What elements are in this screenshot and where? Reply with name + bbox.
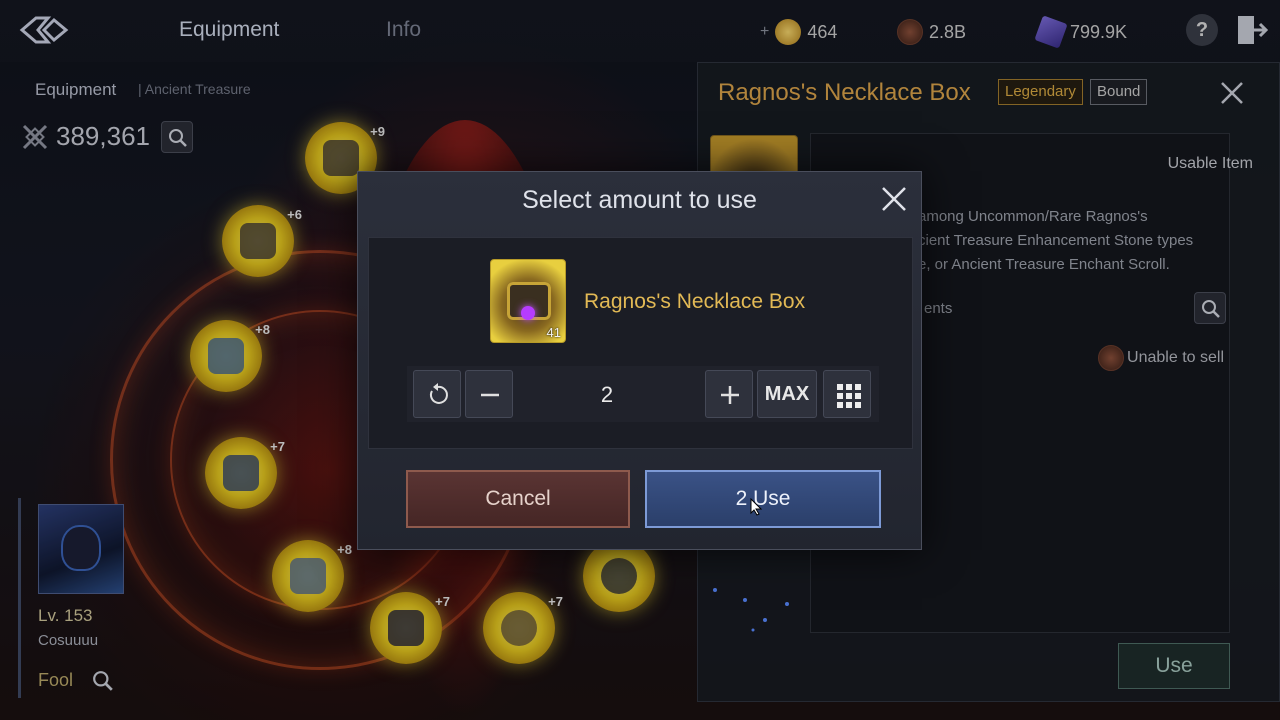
dialog-item-name: Ragnos's Necklace Box [584, 290, 806, 313]
keypad-button[interactable] [823, 370, 871, 418]
cancel-button[interactable]: Cancel [406, 470, 630, 528]
dialog-body: 41 Ragnos's Necklace Box 2 MAX [368, 237, 913, 449]
quantity-value[interactable]: 2 [557, 382, 657, 408]
decrement-button[interactable] [465, 370, 513, 418]
plus-icon [721, 386, 739, 404]
keypad-icon [837, 384, 861, 408]
reset-icon [429, 383, 448, 404]
max-button[interactable]: MAX [757, 370, 817, 418]
dialog-title: Select amount to use [522, 186, 757, 214]
treasure-chest-icon: 41 [490, 259, 566, 343]
select-amount-dialog: Select amount to use 41 Ragnos's Necklac… [357, 171, 922, 550]
close-icon[interactable] [878, 183, 910, 215]
use-button[interactable]: 2 Use [645, 470, 881, 528]
item-count: 41 [546, 325, 561, 340]
increment-button[interactable] [705, 370, 753, 418]
mouse-cursor-icon [750, 498, 762, 516]
reset-button[interactable] [413, 370, 461, 418]
quantity-stepper: 2 MAX [407, 366, 879, 422]
minus-icon [481, 393, 499, 397]
